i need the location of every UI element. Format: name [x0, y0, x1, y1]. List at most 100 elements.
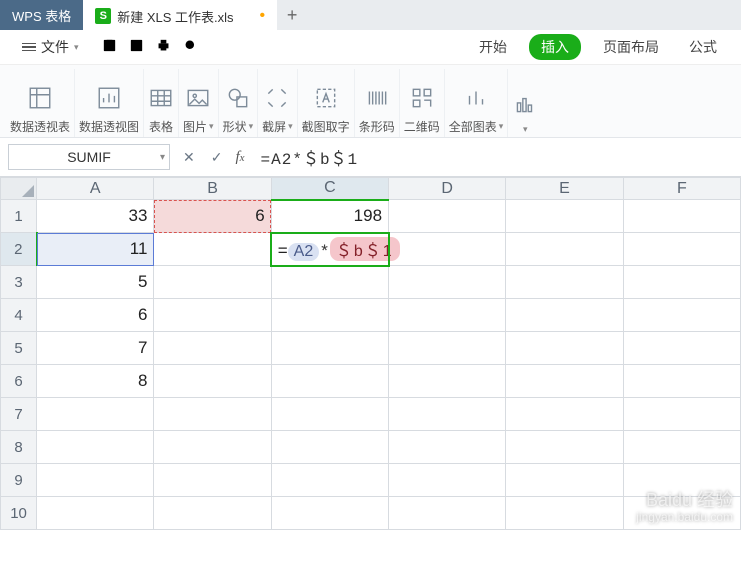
ribbon-screenshot[interactable]: 截屏▾	[258, 69, 298, 137]
cell[interactable]	[389, 431, 506, 464]
cell[interactable]	[271, 398, 388, 431]
row-header-1[interactable]: 1	[1, 200, 37, 233]
ribbon-picture[interactable]: 图片▾	[179, 69, 219, 137]
ribbon-table[interactable]: 表格	[144, 69, 179, 137]
cell[interactable]	[506, 365, 623, 398]
name-box[interactable]: SUMIF ▾	[8, 144, 170, 170]
cell[interactable]	[37, 464, 154, 497]
column-header-B[interactable]: B	[154, 178, 271, 200]
cell[interactable]	[37, 497, 154, 530]
cell[interactable]	[623, 398, 740, 431]
ribbon-screen-text[interactable]: 截图取字	[298, 69, 355, 137]
cell[interactable]	[271, 332, 388, 365]
ribbon-more-chart[interactable]: ▾	[508, 69, 542, 137]
column-header-A[interactable]: A	[37, 178, 154, 200]
ribbon-pivot-table[interactable]: 数据透视表	[6, 69, 75, 137]
cell[interactable]	[389, 464, 506, 497]
cell[interactable]	[37, 398, 154, 431]
cell[interactable]	[154, 332, 271, 365]
cell-D2[interactable]	[389, 233, 506, 266]
cell[interactable]	[154, 365, 271, 398]
row-header-7[interactable]: 7	[1, 398, 37, 431]
cell[interactable]	[389, 365, 506, 398]
row-header-3[interactable]: 3	[1, 266, 37, 299]
cell[interactable]	[37, 431, 154, 464]
cell[interactable]	[271, 266, 388, 299]
column-header-F[interactable]: F	[623, 178, 740, 200]
cell[interactable]	[506, 332, 623, 365]
cell[interactable]	[506, 497, 623, 530]
ribbon-shapes[interactable]: 形状▾	[219, 69, 259, 137]
cell[interactable]	[389, 398, 506, 431]
save-icon[interactable]	[101, 37, 118, 57]
row-header-4[interactable]: 4	[1, 299, 37, 332]
cell-A5[interactable]: 7	[37, 332, 154, 365]
cell[interactable]	[271, 299, 388, 332]
cell[interactable]	[389, 497, 506, 530]
cell-E1[interactable]	[506, 200, 623, 233]
cell[interactable]	[389, 299, 506, 332]
cell[interactable]	[271, 431, 388, 464]
undo-icon[interactable]	[209, 37, 226, 57]
row-header-9[interactable]: 9	[1, 464, 37, 497]
row-header-2[interactable]: 2	[1, 233, 37, 266]
cell-E2[interactable]	[506, 233, 623, 266]
cell[interactable]	[506, 431, 623, 464]
tab-insert[interactable]: 插入	[529, 34, 581, 60]
ribbon-pivot-chart[interactable]: 数据透视图	[75, 69, 144, 137]
new-tab-button[interactable]: +	[277, 0, 307, 30]
cell-A6[interactable]: 8	[37, 365, 154, 398]
cell[interactable]	[623, 332, 740, 365]
cancel-formula-button[interactable]: ✕	[180, 149, 198, 166]
print-icon[interactable]	[155, 37, 172, 57]
row-header-6[interactable]: 6	[1, 365, 37, 398]
cell-D1[interactable]	[389, 200, 506, 233]
cell[interactable]	[154, 497, 271, 530]
cell[interactable]	[271, 365, 388, 398]
cell-A4[interactable]: 6	[37, 299, 154, 332]
row-header-5[interactable]: 5	[1, 332, 37, 365]
cell-C2-editing[interactable]: =A2*＄b＄1	[271, 233, 388, 266]
tab-start[interactable]: 开始	[471, 33, 515, 61]
cell-B2[interactable]	[154, 233, 271, 266]
worksheet[interactable]: A B C D E F 1 33 6 198 2 11	[0, 177, 741, 530]
cell-C1[interactable]: 198	[271, 200, 388, 233]
tab-formula[interactable]: 公式	[681, 33, 725, 61]
cell-B1[interactable]: 6	[154, 200, 271, 233]
cell[interactable]	[623, 299, 740, 332]
cell[interactable]	[389, 266, 506, 299]
cell[interactable]	[623, 431, 740, 464]
cell-A1[interactable]: 33	[37, 200, 154, 233]
cell[interactable]	[271, 497, 388, 530]
redo-icon[interactable]	[236, 37, 253, 57]
cell-F2[interactable]	[623, 233, 740, 266]
formula-input[interactable]: =A2*＄b＄1	[255, 145, 733, 169]
ribbon-barcode[interactable]: 条形码	[355, 69, 400, 137]
cell[interactable]	[389, 332, 506, 365]
cell-A2[interactable]: 11	[37, 233, 154, 266]
row-header-10[interactable]: 10	[1, 497, 37, 530]
print-preview-icon[interactable]	[182, 37, 199, 57]
cell[interactable]	[154, 431, 271, 464]
cell[interactable]	[154, 299, 271, 332]
cell-A3[interactable]: 5	[37, 266, 154, 299]
fx-icon[interactable]: fx	[235, 149, 244, 166]
ribbon-all-charts[interactable]: 全部图表▾	[445, 69, 509, 137]
cell-F1[interactable]	[623, 200, 740, 233]
cell[interactable]	[154, 266, 271, 299]
column-header-C[interactable]: C	[271, 178, 388, 200]
cell[interactable]	[506, 398, 623, 431]
cell[interactable]	[506, 299, 623, 332]
row-header-8[interactable]: 8	[1, 431, 37, 464]
tab-page-layout[interactable]: 页面布局	[595, 33, 667, 61]
cell[interactable]	[154, 464, 271, 497]
document-tab[interactable]: S 新建 XLS 工作表.xls •	[83, 0, 277, 30]
column-header-D[interactable]: D	[389, 178, 506, 200]
column-header-E[interactable]: E	[506, 178, 623, 200]
cell[interactable]	[506, 266, 623, 299]
cell[interactable]	[271, 464, 388, 497]
file-menu[interactable]: 文件 ▾	[16, 34, 85, 60]
select-all-corner[interactable]	[1, 178, 37, 200]
cell[interactable]	[623, 365, 740, 398]
save-as-icon[interactable]	[128, 37, 145, 57]
